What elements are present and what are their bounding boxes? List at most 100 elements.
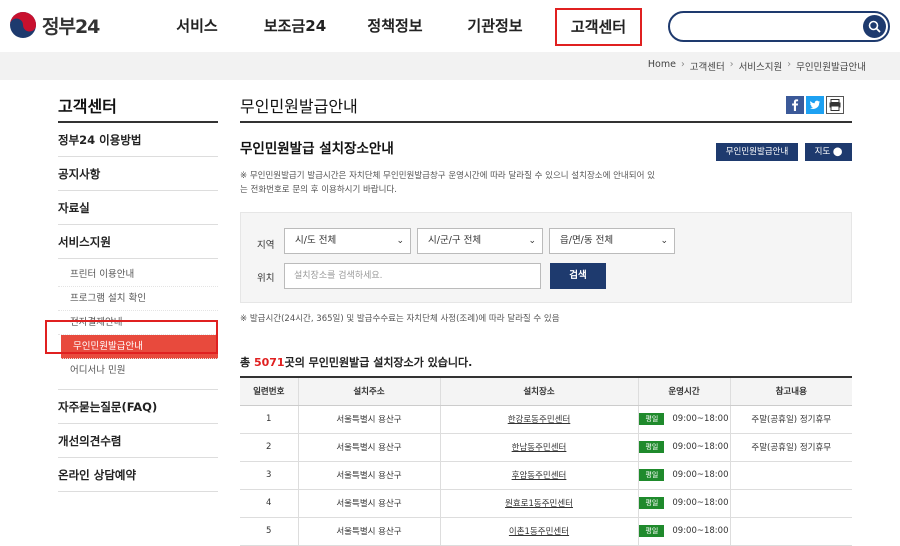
cell-note: [729, 489, 852, 518]
search-input[interactable]: [682, 13, 862, 40]
cell-note: [729, 517, 852, 546]
hours-text: 09:00~18:00: [672, 526, 729, 536]
share-buttons: [786, 96, 844, 114]
nav-customer-center[interactable]: 고객센터: [555, 8, 642, 46]
place-search-button[interactable]: 검색: [550, 263, 606, 289]
title-divider: [240, 121, 852, 123]
cell-no: 1: [240, 405, 298, 434]
chevron-right-icon: ›: [729, 59, 734, 70]
highlight-outline: [45, 320, 218, 354]
logo-text: 정부24: [42, 15, 100, 38]
town-select[interactable]: 읍/면/동 전체 ⌄: [549, 228, 675, 254]
twitter-icon[interactable]: [806, 96, 824, 114]
breadcrumb: Home › 고객센터 › 서비스지원 › 무인민원발급안내: [648, 59, 866, 73]
hours-text: 09:00~18:00: [672, 470, 729, 480]
nav-policy[interactable]: 정책정보: [365, 0, 425, 52]
breadcrumb-service-support[interactable]: 서비스지원: [739, 59, 783, 73]
breadcrumb-home[interactable]: Home: [648, 59, 676, 73]
cell-place-link[interactable]: 한남동주민센터: [439, 433, 638, 462]
col-header-address: 설치주소: [297, 376, 440, 406]
sidebar-item-consult[interactable]: 온라인 상담예약: [58, 458, 218, 492]
cell-place-link[interactable]: 후암동주민센터: [439, 461, 638, 490]
sub-item-printer[interactable]: 프린터 이용안내: [58, 263, 218, 287]
sidebar-item-notice[interactable]: 공지사항: [58, 157, 218, 191]
city-select-value: 시/군/구 전체: [428, 235, 482, 246]
cell-note: [729, 461, 852, 490]
table-row: 1 서울특별시 용산구 한강로동주민센터 평일 09:00~18:00 주말(공휴일) 정…: [240, 405, 852, 434]
cell-note: 주말(공휴일) 정기휴무: [729, 433, 852, 462]
cell-no: 4: [240, 489, 298, 518]
hours-text: 09:00~18:00: [672, 442, 729, 452]
cell-place-link[interactable]: 원효로1동주민센터: [439, 489, 638, 518]
logo[interactable]: 정부24: [8, 10, 100, 40]
sidebar-item-faq[interactable]: 자주묻는질문(FAQ): [58, 390, 218, 424]
weekday-badge: 평일: [639, 469, 665, 481]
nav-agency[interactable]: 기관정보: [465, 0, 525, 52]
map-button[interactable]: 지도 ⬤: [805, 143, 852, 161]
cell-address: 서울특별시 용산구: [297, 489, 440, 518]
sidebar-menu: 정부24 이용방법 공지사항 자료실 서비스지원 프린터 이용안내 프로그램 설…: [58, 123, 218, 492]
map-pin-icon: ⬤: [832, 147, 843, 157]
print-icon[interactable]: [826, 96, 844, 114]
cell-hours: 평일 09:00~18:00: [637, 517, 730, 546]
weekday-badge: 평일: [639, 497, 665, 509]
search-icon: [868, 20, 881, 33]
sidebar-title: 고객센터: [58, 97, 117, 116]
table-row: 3 서울특별시 용산구 후암동주민센터 평일 09:00~18:00: [240, 461, 852, 490]
table-header-row: 일련번호 설치주소 설치장소 운영시간 참고내용: [240, 376, 852, 406]
kiosk-table: 일련번호 설치주소 설치장소 운영시간 참고내용 1 서울특별시 용산구 한강로동주…: [240, 376, 852, 546]
search-button[interactable]: [863, 15, 886, 38]
nav-subsidy[interactable]: 보조금24: [260, 0, 330, 52]
table-row: 2 서울특별시 용산구 한남동주민센터 평일 09:00~18:00 주말(공휴일) 정기…: [240, 433, 852, 462]
cell-hours: 평일 09:00~18:00: [637, 405, 730, 434]
count-suffix: 곳의 무인민원발급 설치장소가 있습니다.: [284, 356, 473, 369]
site-header: 정부24 서비스 보조금24 정책정보 기관정보 고객센터: [0, 0, 900, 52]
col-header-hours: 운영시간: [637, 376, 730, 406]
sidebar-item-service-support[interactable]: 서비스지원: [58, 225, 218, 259]
col-header-note: 참고내용: [729, 376, 852, 406]
weekday-badge: 평일: [639, 441, 665, 453]
cell-note: 주말(공휴일) 정기휴무: [729, 405, 852, 434]
sidebar-item-library[interactable]: 자료실: [58, 191, 218, 225]
cell-place-link[interactable]: 이촌1동주민센터: [439, 517, 638, 546]
weekday-badge: 평일: [639, 413, 665, 425]
hours-text: 09:00~18:00: [672, 414, 729, 424]
chevron-down-icon: ⌄: [528, 236, 536, 246]
cell-no: 3: [240, 461, 298, 490]
region-label: 지역: [257, 240, 275, 251]
cell-no: 2: [240, 433, 298, 462]
fee-notice-text: ※ 발급시간(24시간, 365일) 및 발급수수료는 자치단체 사정(조례)에…: [240, 314, 560, 324]
province-select-value: 시/도 전체: [295, 235, 337, 246]
chevron-down-icon: ⌄: [396, 236, 404, 246]
col-header-no: 일련번호: [240, 376, 298, 406]
kiosk-guide-button[interactable]: 무인민원발급안내: [716, 143, 798, 161]
breadcrumb-current: 무인민원발급안내: [796, 62, 866, 73]
table-row: 5 서울특별시 용산구 이촌1동주민센터 평일 09:00~18:00: [240, 517, 852, 546]
place-search-input[interactable]: 설치장소를 검색하세요.: [284, 263, 541, 289]
table-row: 4 서울특별시 용산구 원효로1동주민센터 평일 09:00~18:00: [240, 489, 852, 518]
facebook-icon[interactable]: [786, 96, 804, 114]
sub-item-program[interactable]: 프로그램 설치 확인: [58, 287, 218, 311]
cell-hours: 평일 09:00~18:00: [637, 461, 730, 490]
cell-no: 5: [240, 517, 298, 546]
cell-address: 서울특별시 용산구: [297, 433, 440, 462]
chevron-down-icon: ⌄: [660, 236, 668, 246]
sidebar-item-guide[interactable]: 정부24 이용방법: [58, 123, 218, 157]
result-count: 총 5071곳의 무인민원발급 설치장소가 있습니다.: [240, 354, 472, 370]
search-box: [668, 11, 890, 42]
notice-text: ※ 무인민원발급기 발급시간은 자치단체 무인민원발급창구 운영시간에 따라 달…: [240, 171, 655, 195]
cell-address: 서울특별시 용산구: [297, 517, 440, 546]
sub-item-anywhere[interactable]: 어디서나 민원: [58, 359, 218, 383]
sidebar-item-feedback[interactable]: 개선의견수렴: [58, 424, 218, 458]
location-label: 위치: [257, 273, 275, 284]
breadcrumb-customer-center[interactable]: 고객센터: [690, 59, 725, 73]
nav-services[interactable]: 서비스: [172, 0, 222, 52]
city-select[interactable]: 시/군/구 전체 ⌄: [417, 228, 543, 254]
map-button-label: 지도: [814, 147, 831, 157]
cell-place-link[interactable]: 한강로동주민센터: [439, 405, 638, 434]
cell-hours: 평일 09:00~18:00: [637, 433, 730, 462]
chevron-right-icon: ›: [680, 59, 685, 70]
filter-panel: 지역 위치 시/도 전체 ⌄ 시/군/구 전체 ⌄ 읍/면/동 전체 ⌄ 설치장…: [240, 212, 852, 303]
province-select[interactable]: 시/도 전체 ⌄: [284, 228, 411, 254]
section-title: 무인민원발급 설치장소안내: [240, 141, 394, 157]
